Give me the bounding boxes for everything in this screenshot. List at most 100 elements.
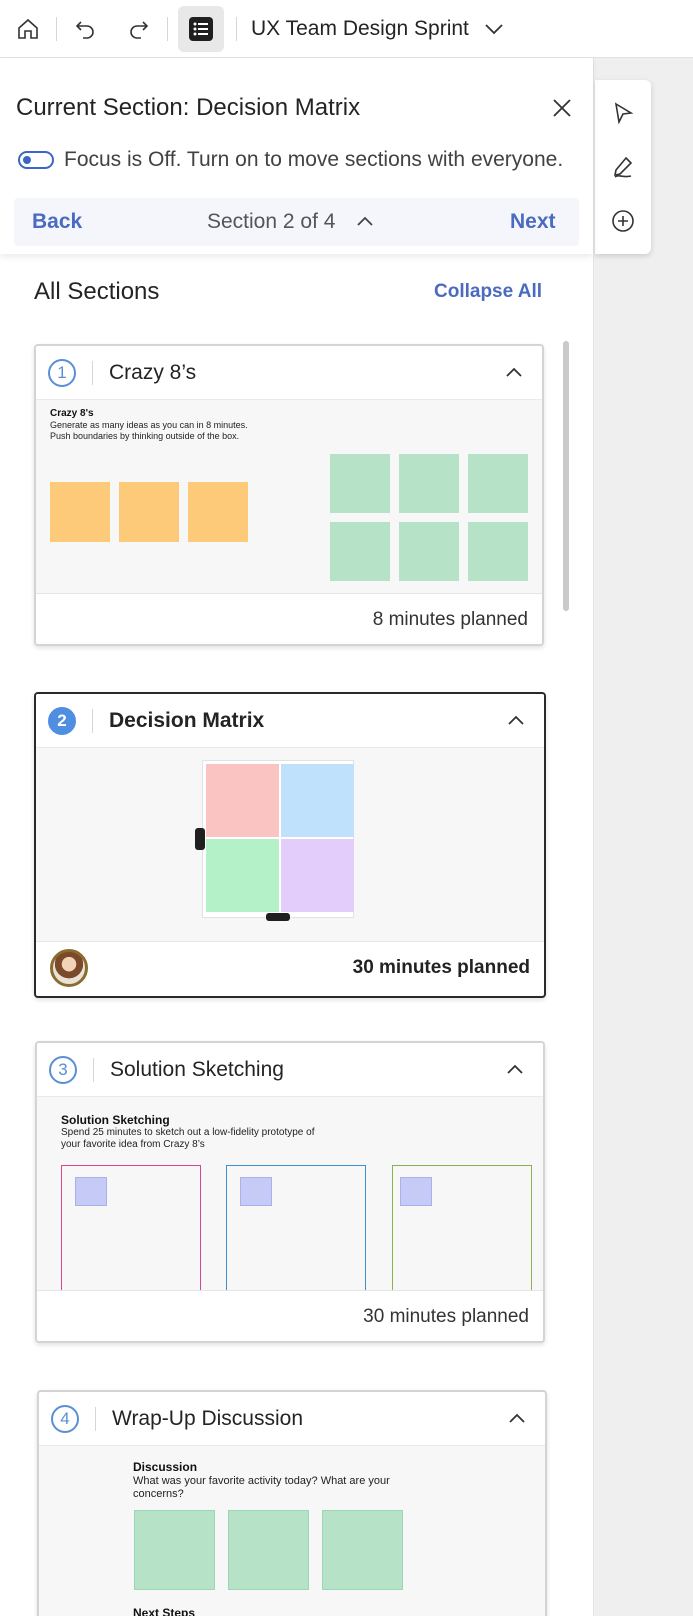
sections-list-icon bbox=[189, 16, 213, 41]
section-preview[interactable]: Discussion What was your favorite activi… bbox=[39, 1446, 545, 1616]
section-card-header[interactable]: 2 Decision Matrix bbox=[36, 694, 544, 748]
section-preview[interactable]: Solution Sketching Spend 25 minutes to s… bbox=[37, 1097, 543, 1291]
redo-icon bbox=[130, 20, 149, 39]
planned-time: 30 minutes planned bbox=[363, 1306, 529, 1327]
preview-title-secondary: Next Steps bbox=[133, 1606, 196, 1616]
section-card-header[interactable]: 1 Crazy 8’s bbox=[36, 346, 542, 400]
board-menu-button[interactable] bbox=[483, 18, 505, 40]
sticky-note bbox=[75, 1177, 107, 1206]
back-button[interactable]: Back bbox=[32, 210, 82, 234]
add-icon bbox=[612, 210, 634, 232]
matrix-quadrant bbox=[281, 839, 354, 912]
section-preview[interactable] bbox=[36, 748, 544, 942]
sticky-note bbox=[50, 482, 110, 542]
chevron-up-icon bbox=[357, 216, 374, 226]
collapse-section-button[interactable] bbox=[505, 1407, 529, 1431]
sections-panel: Current Section: Decision Matrix Focus i… bbox=[0, 58, 594, 1616]
sticky-note bbox=[228, 1510, 309, 1590]
undo-button[interactable] bbox=[63, 7, 107, 51]
add-button[interactable] bbox=[603, 201, 643, 241]
collapse-all-button[interactable]: Collapse All bbox=[434, 281, 542, 303]
sticky-note bbox=[119, 482, 179, 542]
sticky-note bbox=[330, 522, 390, 581]
section-position-label: Section 2 of 4 bbox=[207, 210, 336, 233]
focus-toggle[interactable] bbox=[18, 151, 54, 169]
board-title[interactable]: UX Team Design Sprint bbox=[251, 17, 469, 41]
sections-list-button[interactable] bbox=[178, 5, 224, 52]
tool-rail bbox=[595, 80, 651, 254]
section-number-badge: 4 bbox=[51, 1404, 79, 1433]
section-card-title: Wrap-Up Discussion bbox=[112, 1406, 303, 1430]
all-sections-heading: All Sections bbox=[34, 278, 160, 305]
planned-time: 30 minutes planned bbox=[352, 957, 530, 978]
undo-icon bbox=[75, 20, 94, 39]
section-card-wrap-up-discussion[interactable]: 4 Wrap-Up Discussion Discussion What was… bbox=[37, 1390, 547, 1616]
redo-button[interactable] bbox=[117, 7, 161, 51]
preview-title: Crazy 8's bbox=[50, 408, 94, 419]
whiteboard-canvas[interactable] bbox=[595, 58, 693, 1616]
focus-row: Focus is Off. Turn on to move sections w… bbox=[18, 148, 563, 172]
collapse-section-button[interactable] bbox=[504, 709, 528, 733]
toolbar-divider bbox=[236, 16, 237, 41]
chevron-up-icon bbox=[507, 1064, 523, 1074]
sticky-note bbox=[468, 454, 528, 513]
planned-time: 8 minutes planned bbox=[372, 609, 528, 630]
section-card-header[interactable]: 4 Wrap-Up Discussion bbox=[39, 1392, 545, 1446]
collapse-section-button[interactable] bbox=[502, 361, 526, 385]
select-tool-button[interactable] bbox=[603, 93, 643, 133]
sticky-note bbox=[330, 454, 390, 513]
axis-label-marker bbox=[266, 913, 290, 921]
section-navigation: Back Section 2 of 4 Next bbox=[14, 198, 579, 246]
preview-description: Generate as many ideas as you can in 8 m… bbox=[50, 420, 248, 441]
matrix-quadrant bbox=[281, 764, 354, 837]
section-card-decision-matrix[interactable]: 2 Decision Matrix 30 minutes planned bbox=[34, 692, 546, 998]
home-icon bbox=[18, 18, 38, 39]
section-number-badge: 3 bbox=[49, 1055, 77, 1084]
sticky-note bbox=[134, 1510, 215, 1590]
top-toolbar: UX Team Design Sprint bbox=[0, 0, 693, 58]
close-button[interactable] bbox=[548, 94, 576, 122]
avatar[interactable] bbox=[50, 949, 88, 987]
pen-icon bbox=[613, 156, 633, 178]
chevron-up-icon bbox=[509, 1413, 525, 1423]
chevron-up-icon bbox=[508, 715, 524, 725]
close-icon bbox=[553, 99, 571, 117]
sticky-note bbox=[240, 1177, 272, 1206]
preview-description: Spend 25 minutes to sketch out a low-fid… bbox=[61, 1127, 315, 1150]
preview-description: What was your favorite activity today? W… bbox=[133, 1475, 390, 1501]
section-card-title: Crazy 8’s bbox=[109, 360, 197, 384]
header-divider bbox=[92, 360, 93, 385]
section-card-crazy-8s[interactable]: 1 Crazy 8’s Crazy 8's Generate as many i… bbox=[34, 344, 544, 646]
axis-label-marker bbox=[195, 828, 205, 850]
section-card-title: Decision Matrix bbox=[109, 708, 265, 732]
pen-tool-button[interactable] bbox=[603, 147, 643, 187]
section-card-header[interactable]: 3 Solution Sketching bbox=[37, 1043, 543, 1097]
section-number-badge: 2 bbox=[48, 706, 76, 735]
section-position: Section 2 of 4 bbox=[207, 210, 375, 234]
matrix-quadrant bbox=[206, 764, 279, 837]
sticky-note bbox=[400, 1177, 432, 1206]
section-position-toggle[interactable] bbox=[355, 212, 375, 232]
header-divider bbox=[93, 1057, 94, 1082]
preview-title: Discussion bbox=[133, 1460, 198, 1474]
sticky-note bbox=[322, 1510, 403, 1590]
select-pointer-icon bbox=[614, 102, 634, 124]
sticky-note bbox=[399, 522, 459, 581]
home-button[interactable] bbox=[6, 7, 50, 51]
collapse-section-button[interactable] bbox=[503, 1058, 527, 1082]
matrix-quadrant bbox=[206, 839, 279, 912]
chevron-down-icon bbox=[485, 23, 503, 34]
section-preview[interactable]: Crazy 8's Generate as many ideas as you … bbox=[36, 400, 542, 594]
section-card-solution-sketching[interactable]: 3 Solution Sketching Solution Sketching … bbox=[35, 1041, 545, 1343]
sticky-note bbox=[399, 454, 459, 513]
section-number-badge: 1 bbox=[48, 358, 76, 387]
section-card-footer: 8 minutes planned bbox=[36, 594, 542, 644]
focus-status-text: Focus is Off. Turn on to move sections w… bbox=[64, 148, 564, 171]
section-card-footer: 30 minutes planned bbox=[36, 942, 544, 994]
scrollbar[interactable] bbox=[563, 341, 569, 611]
preview-title: Solution Sketching bbox=[61, 1113, 170, 1127]
section-card-title: Solution Sketching bbox=[110, 1057, 284, 1081]
next-button[interactable]: Next bbox=[510, 210, 556, 234]
current-section-header: Current Section: Decision Matrix Focus i… bbox=[0, 58, 593, 254]
section-card-footer: 30 minutes planned bbox=[37, 1291, 543, 1341]
